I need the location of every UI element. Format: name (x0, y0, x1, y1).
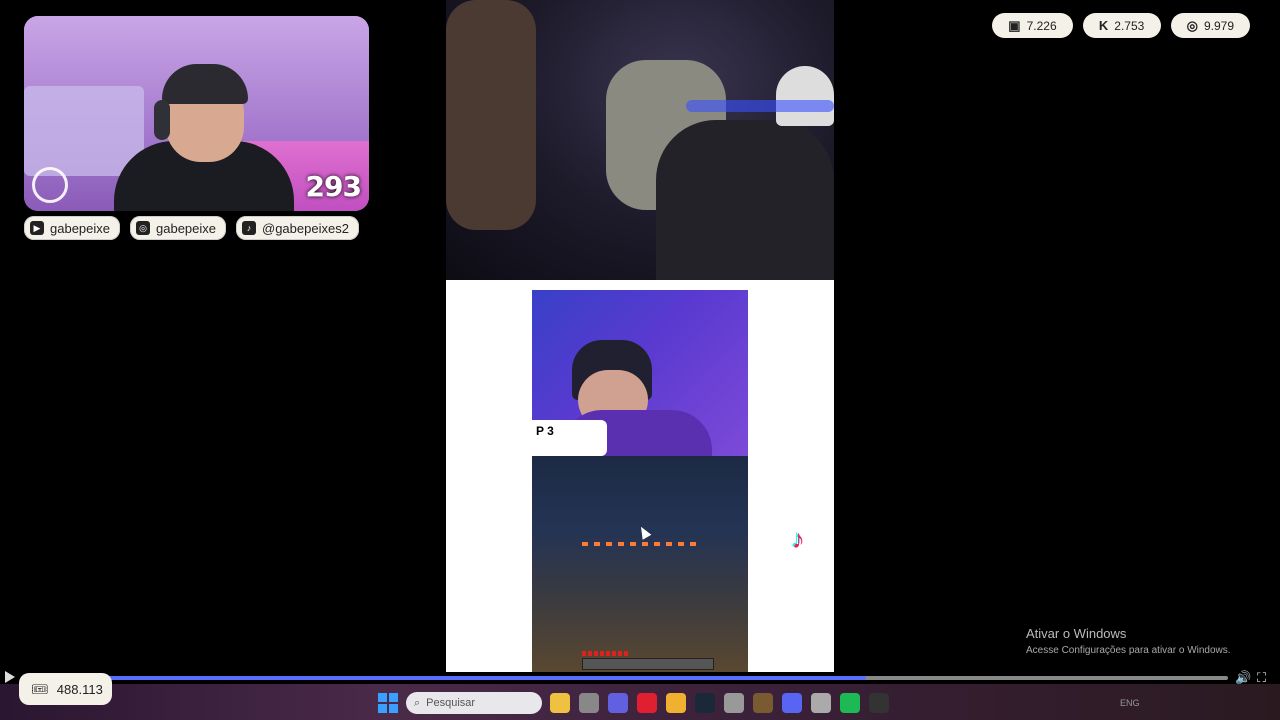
obs-icon[interactable] (869, 693, 889, 713)
viewer-stats: ▣ 7.226 K 2.753 ◎ 9.979 (992, 13, 1250, 38)
stat-value: 9.979 (1203, 18, 1234, 33)
app-icon-3[interactable] (753, 693, 773, 713)
tiktok-logo-icon: ♪ (792, 524, 805, 554)
app-icon-2[interactable] (724, 693, 744, 713)
ticket-value: 488.113 (56, 681, 103, 697)
watermark-subtitle: Acesse Configurações para ativar o Windo… (1026, 645, 1231, 656)
webcam-counter: 293 (305, 170, 362, 203)
social-handles: ▶ gabepeixe ◎ gabepeixe ♪ @gabepeixes2 (24, 216, 359, 240)
copilot-icon[interactable] (608, 693, 628, 713)
timer-icon (32, 167, 68, 203)
system-tray: ENG (1120, 698, 1140, 708)
social-handle: gabepeixe (50, 220, 110, 236)
taskbar-apps (550, 693, 889, 713)
opera-icon[interactable] (637, 693, 657, 713)
tiktok-icon: ♪ (242, 221, 256, 235)
tray-language: ENG (1120, 698, 1140, 708)
file-explorer-icon[interactable] (550, 693, 570, 713)
social-handle: @gabepeixes2 (262, 220, 349, 236)
social-pill-tiktok: ♪ @gabepeixes2 (236, 216, 359, 240)
taskbar-search[interactable]: ⌕ Pesquisar (406, 692, 542, 714)
discord-icon[interactable] (782, 693, 802, 713)
health-bar (582, 651, 630, 656)
app-icon[interactable] (579, 693, 599, 713)
stat-value: 7.226 (1026, 18, 1057, 33)
windows-taskbar: ⌕ Pesquisar (378, 692, 889, 714)
progress-fill (22, 676, 867, 680)
steam-icon[interactable] (695, 693, 715, 713)
stat-twitch: ▣ 7.226 (992, 13, 1073, 38)
instagram-icon: ◎ (136, 221, 150, 235)
folder-icon[interactable] (666, 693, 686, 713)
stat-total: ◎ 9.979 (1170, 13, 1250, 38)
app-icon-4[interactable] (811, 693, 831, 713)
spotify-icon[interactable] (840, 693, 860, 713)
stat-value: 2.753 (1114, 18, 1145, 33)
webcam-overlay: 293 (24, 16, 369, 211)
social-pill-instagram: ◎ gabepeixe (130, 216, 226, 240)
video-content: P 3 (532, 290, 748, 672)
ticket-icon: 🎟 (31, 680, 49, 697)
search-placeholder: Pesquisar (426, 697, 476, 709)
ticket-counter: 🎟 488.113 (19, 673, 112, 705)
progress-bar[interactable] (22, 676, 1228, 680)
overlay-label: P 3 (532, 420, 607, 456)
social-handle: gabepeixe (156, 220, 216, 236)
hotbar (582, 658, 714, 670)
minecraft-gameplay (532, 456, 748, 672)
watermark-title: Ativar o Windows (1026, 626, 1127, 641)
twitch-icon: ▣ (1008, 17, 1021, 33)
play-icon[interactable] (5, 671, 15, 683)
social-pill-youtube: ▶ gabepeixe (24, 216, 120, 240)
globe-icon: ◎ (1186, 17, 1198, 33)
streamer (104, 56, 294, 211)
tiktok-video-player[interactable]: P 3 ♪ (446, 0, 834, 672)
video-scene-room (446, 0, 834, 280)
windows-activation-watermark: Ativar o Windows Acesse Configurações pa… (1026, 626, 1231, 656)
stat-kick: K 2.753 (1082, 13, 1161, 38)
kick-icon: K (1098, 18, 1109, 33)
windows-start-icon[interactable] (378, 693, 398, 713)
search-icon: ⌕ (414, 696, 421, 709)
youtube-icon: ▶ (30, 221, 44, 235)
